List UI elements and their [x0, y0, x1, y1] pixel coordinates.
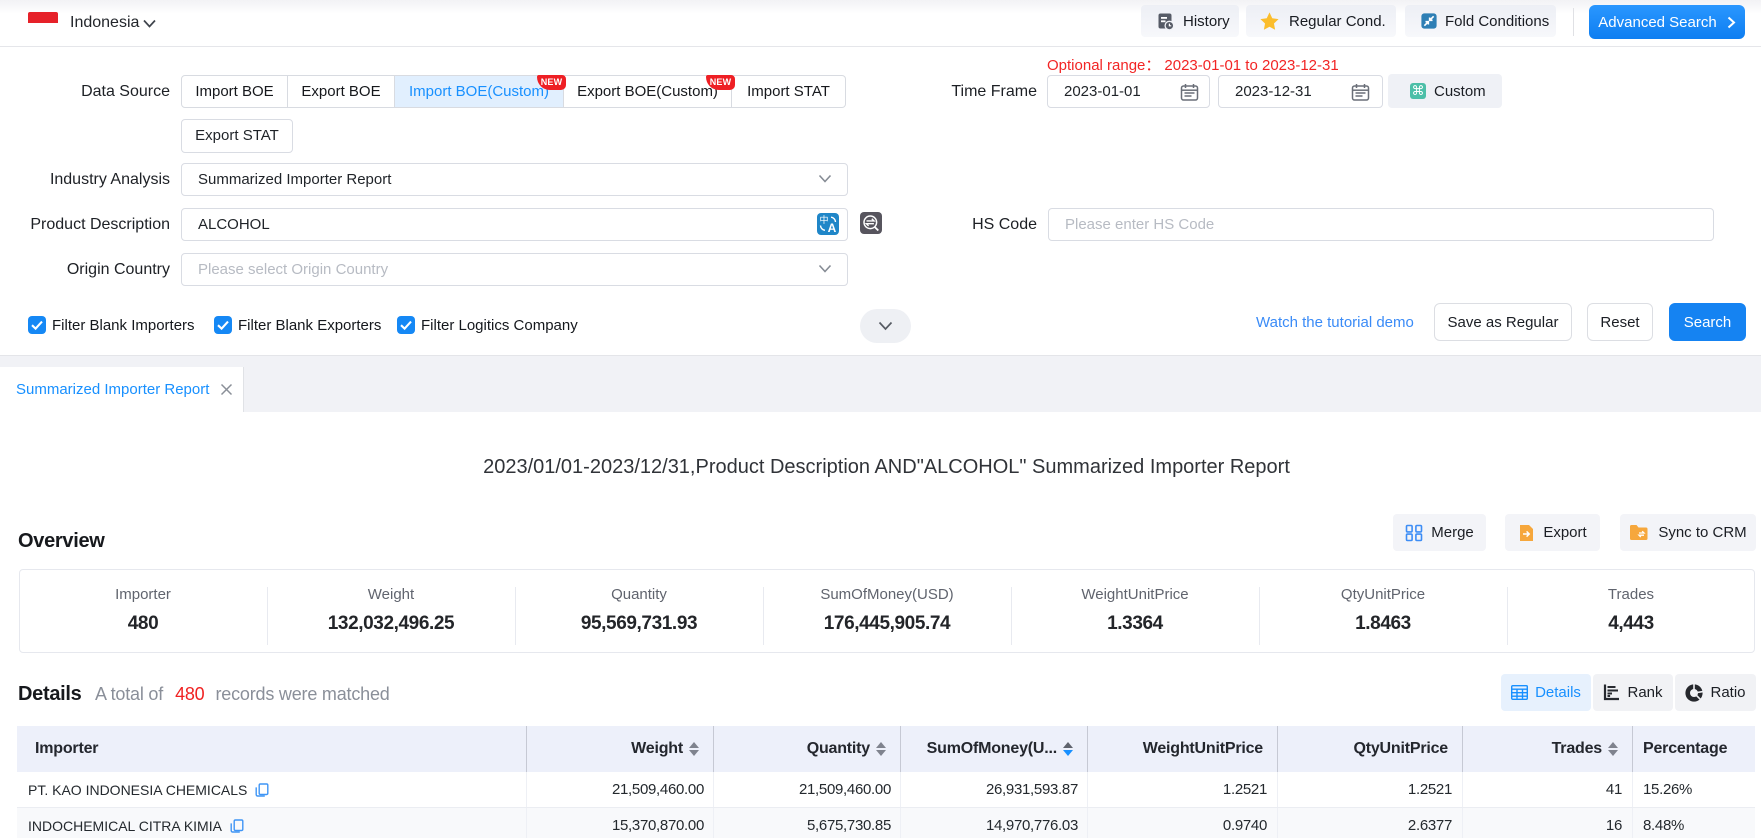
svg-text:A: A	[828, 221, 837, 235]
